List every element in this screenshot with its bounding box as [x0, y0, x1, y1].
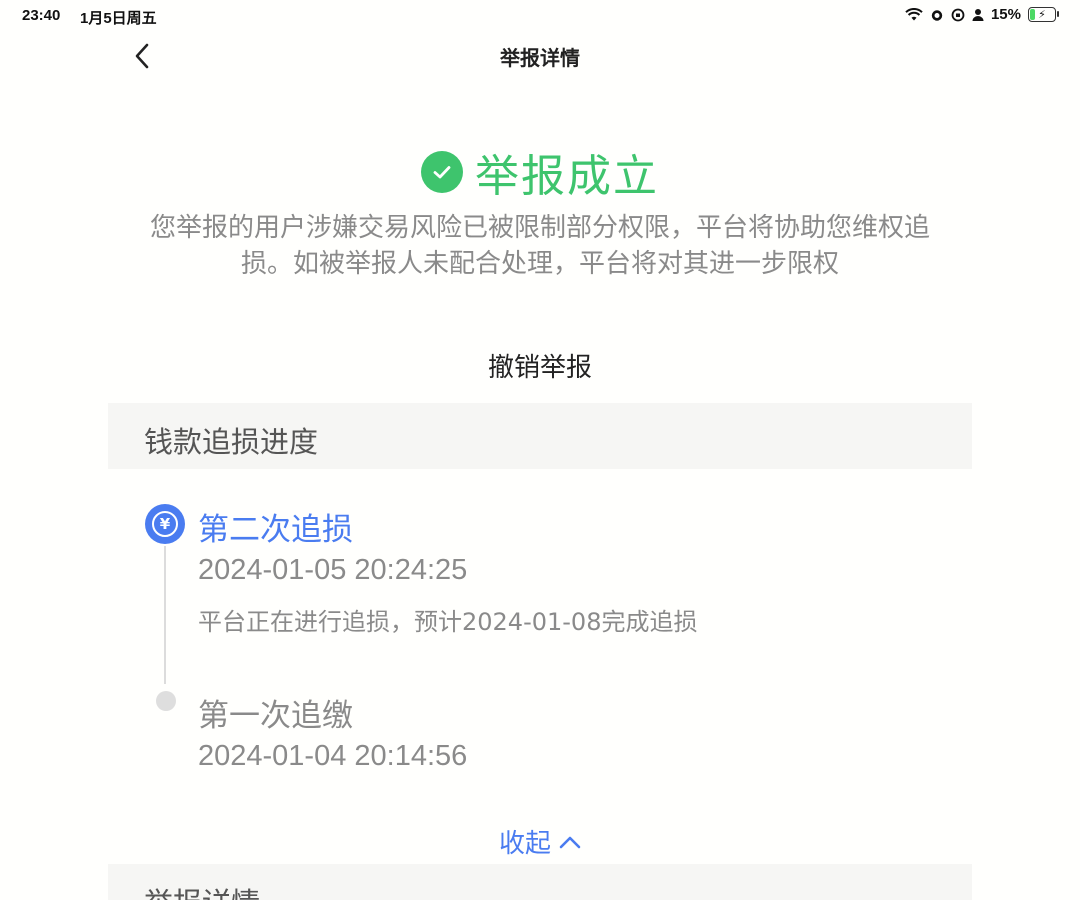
recovery-section-header: 钱款追损进度 [108, 403, 972, 469]
status-date: 1月5日周五 [80, 10, 157, 27]
chevron-up-icon [559, 836, 581, 848]
result-title: 举报成立 [475, 151, 659, 202]
details-section-title: 举报详情 [144, 880, 260, 900]
alarm-icon [930, 8, 944, 22]
timeline-step-title: 第一次追缴 [198, 698, 353, 734]
timeline-dot [156, 691, 176, 711]
revoke-report-button[interactable]: 撤销举报 [0, 347, 1080, 384]
timeline-step-time: 2024-01-05 20:24:25 [198, 554, 468, 586]
timeline-step-note: 平台正在进行追损，预计2024-01-08完成追损 [198, 608, 698, 636]
status-time: 23:40 [22, 7, 61, 24]
person-icon [972, 8, 984, 22]
details-section-header: 举报详情 [108, 864, 972, 900]
result-banner: 举报成立 [0, 140, 1080, 204]
rotation-lock-icon [951, 8, 965, 22]
recovery-section-title: 钱款追损进度 [144, 425, 319, 459]
result-description: 您举报的用户涉嫌交易风险已被限制部分权限，平台将协助您维权追损。如被举报人未配合… [149, 213, 930, 279]
timeline-step-title: 第二次追损 [198, 512, 353, 548]
collapse-button[interactable]: 收起 [0, 823, 1080, 860]
battery-charging-icon: ⚡ [1028, 7, 1059, 22]
status-icons: 15% ⚡ [905, 6, 1059, 23]
collapse-label: 收起 [498, 829, 551, 859]
timeline-step-time: 2024-01-04 20:14:56 [198, 740, 468, 772]
wifi-icon [905, 7, 923, 22]
yuan-refund-icon: ¥ [145, 504, 185, 544]
battery-percent: 15% [990, 6, 1021, 23]
page-title: 举报详情 [500, 46, 580, 70]
status-bar: 23:40 1月5日周五 15% ⚡ [0, 0, 1080, 32]
nav-bar: 举报详情 [0, 32, 1080, 80]
timeline-connector [164, 546, 166, 684]
check-circle-icon [421, 151, 463, 193]
